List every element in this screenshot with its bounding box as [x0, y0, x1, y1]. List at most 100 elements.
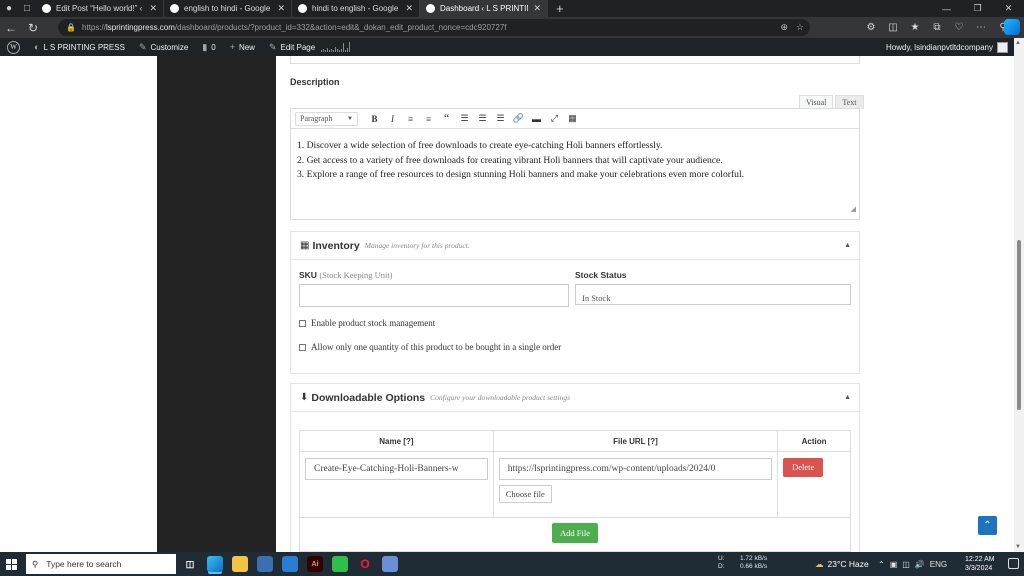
language-indicator[interactable]: ENG	[930, 560, 947, 569]
customize-link[interactable]: ✎ Customize	[132, 38, 195, 56]
site-name-link[interactable]: ◐ L S PRINTING PRESS	[27, 38, 132, 56]
link-icon[interactable]: 🔗	[511, 111, 526, 126]
task-view-icon[interactable]: ◫	[182, 556, 198, 572]
previous-field-bottom	[290, 56, 860, 64]
file-name-input[interactable]: Create-Eye-Catching-Holi-Banners-w	[305, 458, 488, 480]
minimize-icon[interactable]: —	[931, 4, 962, 14]
bullet-list-icon[interactable]: ≡	[403, 111, 418, 126]
collapse-caret-icon[interactable]: ▲	[844, 242, 851, 249]
app-icon[interactable]	[382, 556, 398, 572]
favorites-icon[interactable]: ★	[908, 22, 922, 33]
chevron-up-icon[interactable]: ⌃	[878, 560, 885, 569]
inventory-header[interactable]: ▦ Inventory Manage inventory for this pr…	[291, 232, 859, 260]
new-content-link[interactable]: + New	[223, 38, 262, 56]
window-controls: — ❐ ✕	[931, 0, 1024, 17]
close-window-icon[interactable]: ✕	[993, 3, 1024, 14]
browser-tab[interactable]: english to hindi - Google Search ✕	[164, 0, 292, 17]
refresh-icon[interactable]: ↻	[22, 21, 44, 35]
checkbox-unchecked[interactable]	[299, 343, 306, 351]
scrollbar-thumb[interactable]	[1017, 240, 1021, 410]
new-tab-icon[interactable]: +	[548, 1, 572, 16]
scroll-up-icon[interactable]: ▲	[1015, 40, 1021, 46]
scroll-down-icon[interactable]: ▼	[1015, 544, 1021, 550]
checkbox-unchecked[interactable]	[299, 319, 306, 327]
numbered-list-icon[interactable]: ≡	[421, 111, 436, 126]
manage-stock-checkbox[interactable]: Enable product stock management	[299, 318, 435, 328]
align-right-icon[interactable]: ☰	[493, 111, 508, 126]
green-app-icon[interactable]	[332, 556, 348, 572]
weather-widget[interactable]: ☁ 23°C Haze	[815, 552, 869, 576]
browser-extensions: ⚙ ◫ ★ ⧉ ♡ ⋯ ⚲	[864, 17, 1010, 38]
single-quantity-checkbox[interactable]: Allow only one quantity of this product …	[299, 342, 561, 352]
tab-visual[interactable]: Visual	[799, 95, 834, 109]
read-more-icon[interactable]: ▬	[529, 111, 544, 126]
wordpress-menu[interactable]: W	[0, 38, 27, 56]
browser-profile-icon[interactable]: ●	[0, 0, 18, 17]
illustrator-icon[interactable]: Ai	[307, 556, 323, 572]
edge-browser-icon[interactable]	[207, 556, 223, 572]
heart-icon[interactable]: ♡	[952, 22, 966, 33]
description-editor[interactable]: 1. Discover a wide selection of free dow…	[290, 129, 860, 220]
back-icon[interactable]: ←	[0, 21, 22, 35]
editor-toolbar: Paragraph ▼ B I ≡ ≡ “ ☰ ☰ ☰ 🔗 ▬ ⤢ ▦	[290, 108, 860, 129]
stats-sparkline	[321, 42, 351, 52]
browser-tab-active[interactable]: Dashboard ‹ L S PRINTING PRESS ✕	[420, 0, 548, 17]
column-header-file-url: File URL [?]	[492, 430, 779, 452]
notifications-icon[interactable]	[1008, 558, 1019, 569]
align-center-icon[interactable]: ☰	[475, 111, 490, 126]
close-tab-icon[interactable]: ✕	[149, 3, 157, 14]
downloadable-options-header[interactable]: ⬇ Downloadable Options Configure your do…	[291, 384, 859, 412]
sku-label: SKU (Stock Keeping Unit)	[299, 270, 393, 280]
store-icon[interactable]	[257, 556, 273, 572]
file-url-input[interactable]: https://lsprintingpress.com/wp-content/u…	[498, 458, 773, 480]
favorite-star-icon[interactable]: ☆	[796, 22, 804, 33]
network-speed: U: 1.72 kB/s D: 0.66 kB/s	[718, 555, 768, 570]
file-explorer-icon[interactable]	[232, 556, 248, 572]
close-tab-icon[interactable]: ✕	[277, 3, 285, 14]
network-icon[interactable]: ◫	[902, 560, 910, 569]
lock-icon[interactable]: 🔒	[66, 23, 76, 32]
collections-icon[interactable]: ⧉	[930, 22, 944, 33]
browser-tab[interactable]: hindi to english - Google Search ✕	[292, 0, 420, 17]
more-icon[interactable]: ⋯	[974, 22, 988, 33]
sku-input[interactable]	[299, 284, 569, 307]
volume-icon[interactable]: 🔊	[915, 560, 925, 569]
delete-button[interactable]: Delete	[783, 458, 824, 477]
tab-actions-icon[interactable]: □	[18, 0, 36, 17]
display-icon[interactable]: ▣	[890, 560, 898, 569]
collapse-caret-icon[interactable]: ▲	[844, 394, 851, 401]
my-account-menu[interactable]: Howdy, lsindianpvtltdcompany	[886, 38, 1008, 56]
tab-text[interactable]: Text	[835, 95, 864, 109]
fullscreen-icon[interactable]: ⤢	[547, 111, 562, 126]
taskbar-clock[interactable]: 12:22 AM 3/3/2024	[965, 555, 995, 573]
address-bar[interactable]: 🔒 https://lsprintingpress.com/dashboard/…	[58, 19, 810, 36]
description-line: 1. Discover a wide selection of free dow…	[297, 140, 663, 151]
extension-icon[interactable]: ⚙	[864, 22, 878, 33]
browser-tab[interactable]: Edit Post “Hello world!” ‹ L S PRI ✕	[36, 0, 164, 17]
close-tab-icon[interactable]: ✕	[405, 3, 413, 14]
page-scrollbar[interactable]: ▲ ▼	[1014, 38, 1024, 552]
align-left-icon[interactable]: ☰	[457, 111, 472, 126]
taskbar-search[interactable]: ⚲ Type here to search	[26, 554, 176, 574]
opera-icon[interactable]: O	[357, 556, 373, 572]
add-file-button[interactable]: Add File	[552, 523, 598, 543]
system-tray: ⌃ ▣ ◫ 🔊 ENG	[878, 552, 947, 576]
maximize-icon[interactable]: ❐	[962, 3, 993, 14]
italic-icon[interactable]: I	[385, 111, 400, 126]
close-tab-icon[interactable]: ✕	[533, 3, 541, 14]
zoom-icon[interactable]: ⊕	[780, 22, 788, 33]
choose-file-button[interactable]: Choose file	[498, 485, 552, 503]
toolbar-toggle-icon[interactable]: ▦	[565, 111, 580, 126]
start-button[interactable]	[0, 558, 22, 570]
resize-grip-icon[interactable]: ◢	[851, 202, 856, 217]
scroll-to-top-button[interactable]: ⌃	[978, 516, 997, 535]
bold-icon[interactable]: B	[367, 111, 382, 126]
copilot-icon[interactable]	[1004, 19, 1020, 35]
stock-status-select[interactable]: In Stock	[575, 284, 851, 305]
edit-page-link[interactable]: ✎ Edit Page	[262, 38, 357, 56]
split-screen-icon[interactable]: ◫	[886, 22, 900, 33]
mail-icon[interactable]	[282, 556, 298, 572]
comments-link[interactable]: ▮ 0	[195, 38, 222, 56]
blockquote-icon[interactable]: “	[439, 111, 454, 126]
format-select[interactable]: Paragraph ▼	[295, 111, 358, 126]
